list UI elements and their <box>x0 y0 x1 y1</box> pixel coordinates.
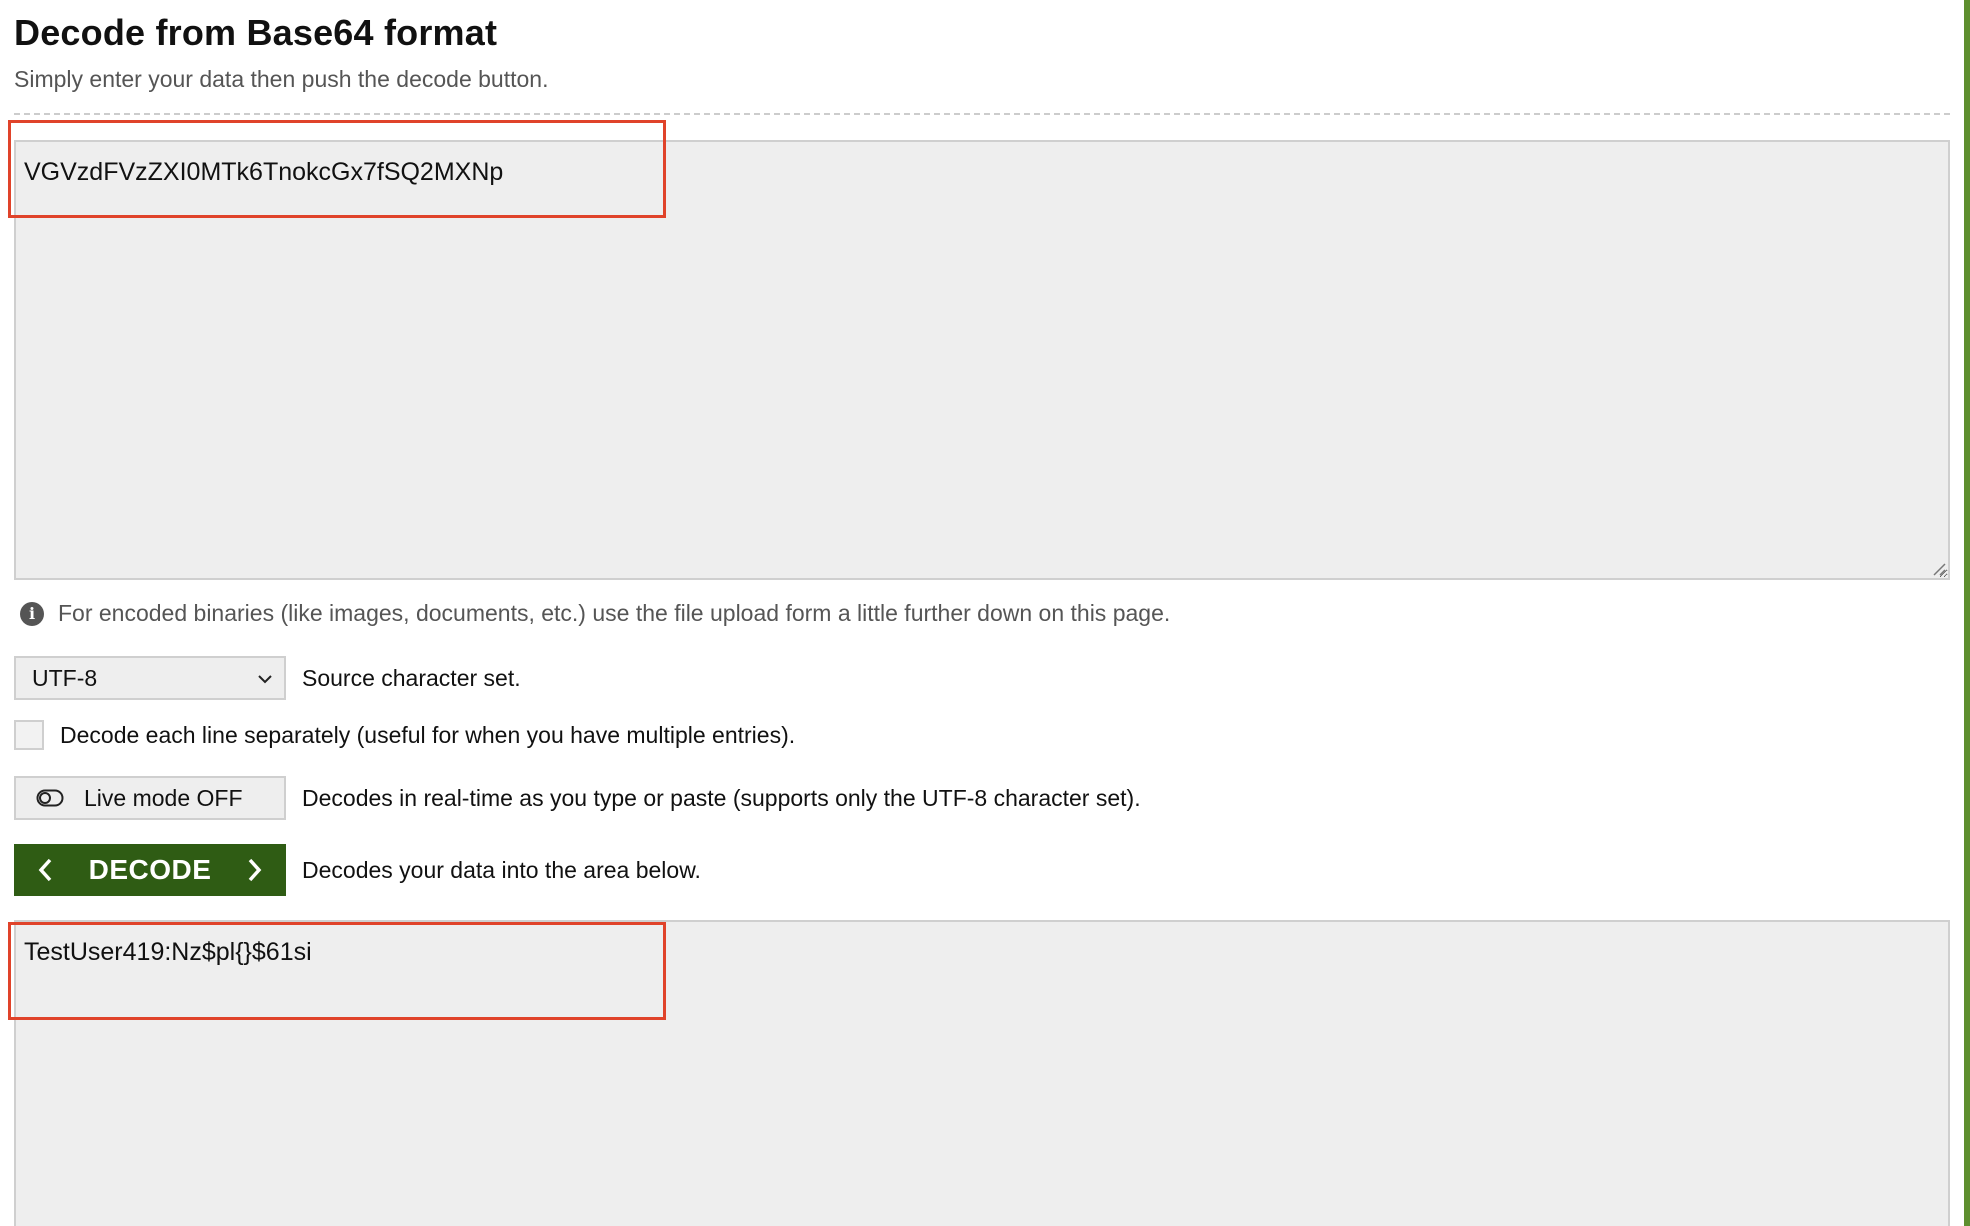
live-mode-description: Decodes in real-time as you type or past… <box>302 784 1141 811</box>
charset-select-value: UTF-8 <box>32 664 98 691</box>
decode-lines-label: Decode each line separately (useful for … <box>60 721 796 748</box>
decode-button[interactable]: DECODE <box>14 844 286 896</box>
chevron-left-icon <box>38 858 52 882</box>
decoded-output-textarea[interactable]: TestUser419:Nz$pl{}$61si <box>14 920 1950 1226</box>
decode-lines-checkbox[interactable] <box>14 720 44 750</box>
charset-row: UTF-8 Source character set. <box>14 656 521 700</box>
live-mode-row: Live mode OFF Decodes in real-time as yo… <box>14 776 1141 820</box>
info-icon: i <box>20 601 44 626</box>
charset-description: Source character set. <box>302 664 521 691</box>
charset-select[interactable]: UTF-8 <box>14 656 286 700</box>
live-mode-label: Live mode OFF <box>84 784 243 811</box>
chevron-down-icon <box>258 675 272 684</box>
page: Decode from Base64 format Simply enter y… <box>0 0 1970 1226</box>
toggle-off-icon <box>36 789 64 807</box>
resize-grip-icon[interactable] <box>1930 560 1946 576</box>
right-edge-bar <box>1964 0 1970 1226</box>
decode-row: DECODE Decodes your data into the area b… <box>14 844 701 896</box>
base64-input-textarea[interactable]: VGVzdFVzZXI0MTk6TnokcGx7fSQ2MXNp <box>14 140 1950 580</box>
decode-button-label: DECODE <box>88 854 212 885</box>
live-mode-toggle-button[interactable]: Live mode OFF <box>14 776 286 820</box>
decode-description: Decodes your data into the area below. <box>302 856 701 883</box>
info-note: i For encoded binaries (like images, doc… <box>20 600 1170 627</box>
page-title: Decode from Base64 format <box>14 12 498 53</box>
chevron-right-icon <box>248 858 262 882</box>
info-note-text: For encoded binaries (like images, docum… <box>58 600 1171 626</box>
lines-row: Decode each line separately (useful for … <box>14 720 795 750</box>
page-subtitle: Simply enter your data then push the dec… <box>14 66 549 92</box>
divider <box>14 113 1950 115</box>
